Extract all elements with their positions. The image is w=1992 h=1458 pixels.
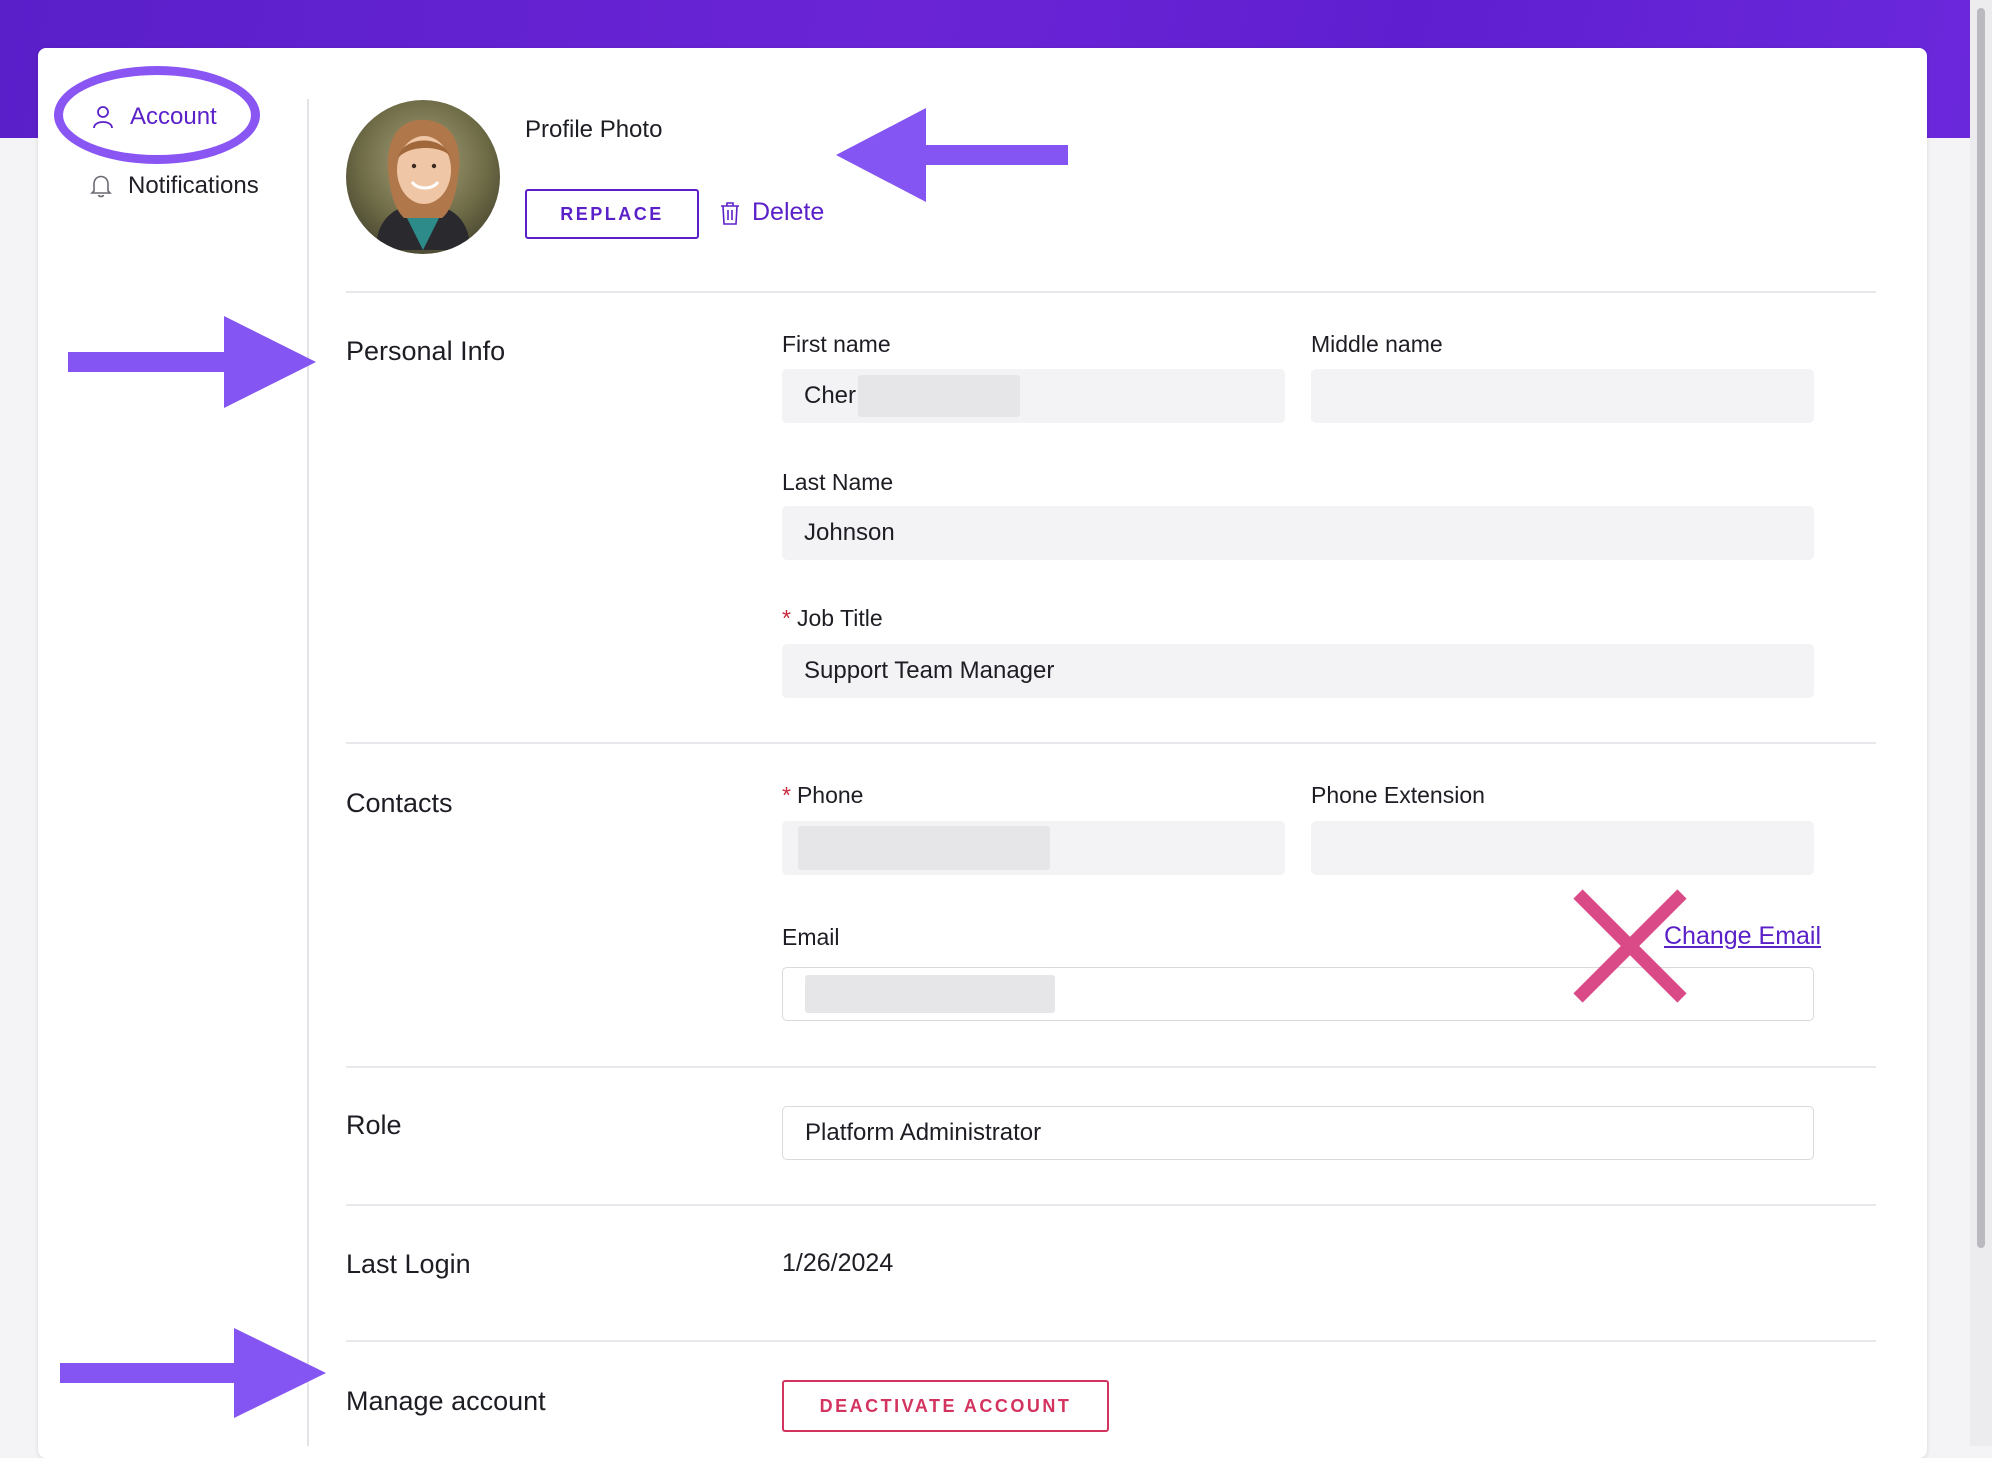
email-label: Email: [782, 924, 840, 950]
replace-photo-button[interactable]: REPLACE: [525, 189, 699, 239]
redacted-block: [805, 975, 1055, 1013]
scrollbar[interactable]: [1970, 0, 1992, 1446]
user-icon: [93, 106, 113, 129]
job-title-field[interactable]: Support Team Manager: [782, 644, 1814, 698]
phone-extension-field[interactable]: [1311, 821, 1814, 875]
required-mark: *: [782, 782, 791, 808]
bell-icon: [90, 175, 112, 198]
sidebar-divider: [307, 99, 309, 1446]
sidebar-item-label: Account: [130, 103, 217, 130]
section-divider: [346, 291, 1876, 293]
section-title-personal-info: Personal Info: [346, 336, 506, 366]
middle-name-label: Middle name: [1311, 331, 1443, 357]
sidebar-item-label: Notifications: [128, 172, 259, 199]
role-value: Platform Administrator: [805, 1119, 1042, 1146]
phone-field[interactable]: [782, 821, 1285, 875]
last-name-value: Johnson: [804, 519, 895, 546]
first-name-field[interactable]: Cher: [782, 369, 1285, 423]
section-divider: [346, 1066, 1876, 1068]
phone-label-text: Phone: [796, 782, 864, 808]
last-name-field[interactable]: Johnson: [782, 506, 1814, 560]
section-title-last-login: Last Login: [346, 1249, 471, 1279]
job-title-value: Support Team Manager: [804, 657, 1055, 684]
profile-avatar: [346, 100, 500, 254]
last-name-label: Last Name: [782, 469, 894, 495]
last-login-value: 1/26/2024: [782, 1249, 894, 1277]
section-title-manage-account: Manage account: [346, 1386, 546, 1416]
profile-photo-label: Profile Photo: [525, 116, 663, 143]
section-title-role: Role: [346, 1110, 402, 1140]
avatar-photo: [346, 100, 500, 254]
phone-extension-label: Phone Extension: [1311, 782, 1485, 808]
sidebar-item-notifications[interactable]: Notifications: [90, 172, 259, 200]
delete-photo-button[interactable]: Delete: [720, 198, 824, 227]
first-name-label: First name: [782, 331, 891, 357]
job-title-label-text: Job Title: [796, 605, 883, 631]
sidebar-item-account[interactable]: Account: [92, 103, 217, 131]
phone-label: * Phone: [782, 782, 863, 809]
redacted-block: [858, 375, 1021, 417]
delete-label: Delete: [752, 198, 825, 226]
trash-icon: [721, 201, 739, 225]
job-title-label: * Job Title: [782, 605, 883, 632]
settings-card: [38, 48, 1927, 1458]
section-title-contacts: Contacts: [346, 788, 453, 818]
role-field[interactable]: Platform Administrator: [782, 1106, 1814, 1160]
first-name-value: Cher: [804, 382, 857, 409]
section-divider: [346, 1340, 1876, 1342]
redacted-block: [798, 826, 1050, 870]
scrollbar-thumb[interactable]: [1977, 8, 1985, 1248]
email-field[interactable]: [782, 967, 1814, 1021]
required-mark: *: [782, 605, 791, 631]
middle-name-field[interactable]: [1311, 369, 1814, 423]
section-divider: [346, 742, 1876, 744]
change-email-link[interactable]: Change Email: [1664, 922, 1821, 951]
deactivate-account-button[interactable]: DEACTIVATE ACCOUNT: [782, 1380, 1109, 1432]
section-divider: [346, 1204, 1876, 1206]
